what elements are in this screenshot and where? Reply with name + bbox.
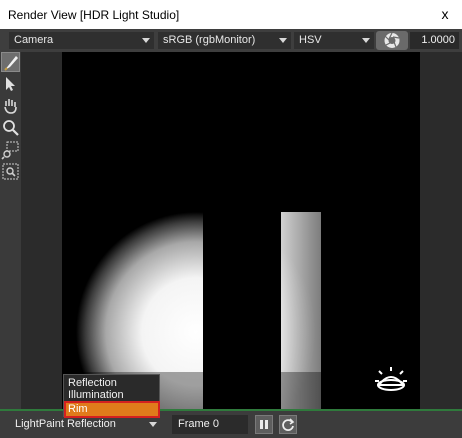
- close-icon[interactable]: x: [428, 0, 462, 29]
- exposure-button[interactable]: [376, 31, 408, 50]
- zoom-region-icon[interactable]: [1, 140, 20, 160]
- render-viewport[interactable]: [62, 52, 420, 409]
- tool-strip: [0, 52, 21, 409]
- window-title: Render View [HDR Light Studio]: [8, 8, 180, 22]
- refresh-button[interactable]: [279, 415, 297, 434]
- pan-hand-icon[interactable]: [1, 96, 20, 116]
- light-source-icon[interactable]: [373, 365, 409, 397]
- colorspace-select-value: sRGB (rgbMonitor): [163, 34, 256, 46]
- dropdown-item-illumination[interactable]: Illumination: [66, 389, 158, 402]
- chevron-down-icon: [142, 38, 150, 43]
- window-titlebar: Render View [HDR Light Studio] x: [0, 0, 462, 29]
- colormode-select-value: HSV: [299, 34, 322, 46]
- zoom-icon[interactable]: [1, 118, 20, 138]
- frame-field[interactable]: Frame 0: [172, 415, 248, 434]
- render-mode-value: LightPaint Reflection: [15, 418, 116, 430]
- aperture-icon: [384, 32, 400, 48]
- chevron-down-icon: [149, 422, 157, 427]
- exposure-field[interactable]: 1.0000: [410, 32, 459, 49]
- camera-select[interactable]: Camera: [9, 32, 154, 49]
- chevron-down-icon: [362, 38, 370, 43]
- refresh-icon: [282, 418, 295, 431]
- render-image: [62, 52, 420, 409]
- pause-button[interactable]: [255, 415, 273, 434]
- render-mode-dropdown: Reflection Illumination Rim: [63, 374, 160, 418]
- dropdown-item-rim[interactable]: Rim: [64, 401, 160, 418]
- paint-brush-icon[interactable]: [1, 52, 20, 72]
- colormode-select[interactable]: HSV: [294, 32, 374, 49]
- render-mode-select[interactable]: LightPaint Reflection: [13, 416, 161, 433]
- fit-view-icon[interactable]: [1, 162, 20, 182]
- camera-select-value: Camera: [14, 34, 54, 46]
- pause-icon: [260, 420, 268, 429]
- chevron-down-icon: [279, 38, 287, 43]
- view-toolbar: Camera sRGB (rgbMonitor) HSV 1.0000: [0, 29, 462, 52]
- select-arrow-icon[interactable]: [1, 74, 20, 94]
- colorspace-select[interactable]: sRGB (rgbMonitor): [158, 32, 291, 49]
